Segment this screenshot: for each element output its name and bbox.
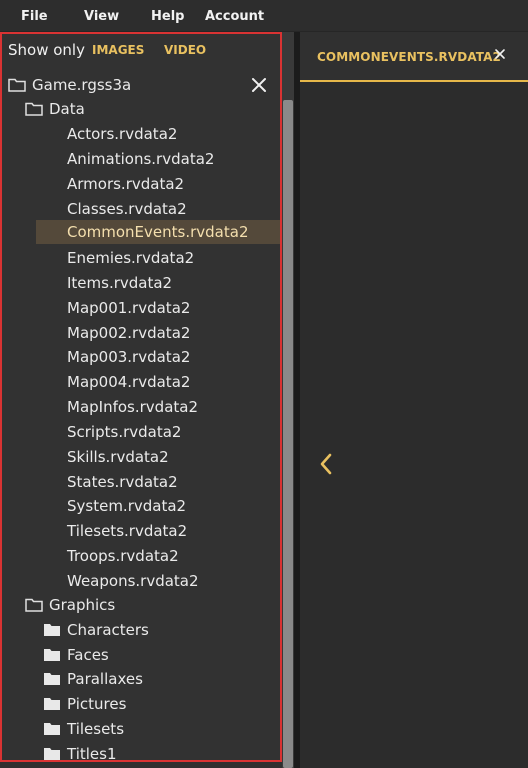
menu-bar: File View Help Account [0,0,528,32]
file-label: Troops.rvdata2 [67,547,179,565]
tree-file[interactable]: Map002.rvdata2 [2,321,280,345]
subfolder-label: Tilesets [67,720,125,738]
file-label: Tilesets.rvdata2 [67,522,188,540]
tree-file[interactable]: Actors.rvdata2 [2,122,280,146]
tree-file[interactable]: System.rvdata2 [2,494,280,518]
tree-subfolder[interactable]: Pictures [2,692,280,716]
menu-account[interactable]: Account [205,9,264,24]
file-label: Classes.rvdata2 [67,200,187,218]
tree-scrollbar[interactable] [282,32,294,768]
tree-file[interactable]: Animations.rvdata2 [2,147,280,171]
file-label: Map004.rvdata2 [67,373,191,391]
tree-subfolder[interactable]: Titles1 [2,742,280,762]
menu-help[interactable]: Help [151,9,184,24]
folder-outline-icon [25,598,43,612]
file-label: MapInfos.rvdata2 [67,398,199,416]
tab-commonevents[interactable]: COMMONEVENTS.RVDATA2 [300,32,528,82]
filter-images-button[interactable]: IMAGES [92,43,144,57]
tree-file[interactable]: Weapons.rvdata2 [2,569,280,593]
tree-file[interactable]: States.rvdata2 [2,470,280,494]
file-label: Enemies.rvdata2 [67,249,195,267]
file-label: System.rvdata2 [67,497,187,515]
file-label: Items.rvdata2 [67,274,173,292]
tree-folder-data[interactable]: Data [2,97,280,121]
subfolder-label: Pictures [67,695,127,713]
folder-filled-icon [44,723,60,735]
tree-folder-graphics[interactable]: Graphics [2,593,280,617]
tree-file[interactable]: Classes.rvdata2 [2,197,280,221]
scrollbar-thumb[interactable] [283,100,293,768]
folder-outline-icon [25,102,43,116]
tree-file[interactable]: Enemies.rvdata2 [2,246,280,270]
folder-outline-icon [8,78,26,92]
folder-filled-icon [44,649,60,661]
tree-file[interactable]: Map004.rvdata2 [2,370,280,394]
tree-subfolder[interactable]: Parallaxes [2,667,280,691]
tree-folder-label: Graphics [49,596,116,614]
tree-file[interactable]: Tilesets.rvdata2 [2,519,280,543]
tree-subfolder[interactable]: Tilesets [2,717,280,741]
tree-file[interactable]: Troops.rvdata2 [2,544,280,568]
file-label: Skills.rvdata2 [67,448,169,466]
tree-file[interactable]: Skills.rvdata2 [2,445,280,469]
subfolder-label: Characters [67,621,149,639]
file-label: Actors.rvdata2 [67,125,178,143]
folder-filled-icon [44,748,60,760]
file-label: CommonEvents.rvdata2 [67,223,249,241]
tree-subfolder[interactable]: Faces [2,643,280,667]
tree-file[interactable]: Map003.rvdata2 [2,345,280,369]
subfolder-label: Parallaxes [67,670,143,688]
subfolder-label: Faces [67,646,109,664]
file-label: Scripts.rvdata2 [67,423,182,441]
folder-filled-icon [44,698,60,710]
tree-file[interactable]: Map001.rvdata2 [2,296,280,320]
folder-filled-icon [44,624,60,636]
tree-subfolder[interactable]: Characters [2,618,280,642]
filter-video-button[interactable]: VIDEO [164,43,206,57]
viewer-panel: COMMONEVENTS.RVDATA2 [300,32,528,768]
tree-folder-label: Data [49,100,85,118]
file-label: Weapons.rvdata2 [67,572,199,590]
tree-file[interactable]: MapInfos.rvdata2 [2,395,280,419]
file-label: Armors.rvdata2 [67,175,185,193]
tree-file[interactable]: Armors.rvdata2 [2,172,280,196]
folder-filled-icon [44,673,60,685]
file-tree-panel: Show only IMAGES VIDEO Game.rgss3a Data … [0,32,282,762]
filter-label: Show only [8,41,85,59]
file-label: States.rvdata2 [67,473,178,491]
tree-root-label: Game.rgss3a [32,76,132,94]
tree-file[interactable]: Scripts.rvdata2 [2,420,280,444]
tree-root-row[interactable]: Game.rgss3a [2,73,280,97]
tree-file[interactable]: Items.rvdata2 [2,271,280,295]
close-icon[interactable] [492,46,508,62]
tab-label: COMMONEVENTS.RVDATA2 [317,50,501,64]
subfolder-label: Titles1 [67,745,117,762]
close-icon[interactable] [250,76,268,94]
file-label: Map003.rvdata2 [67,348,191,366]
file-label: Map001.rvdata2 [67,299,191,317]
file-label: Map002.rvdata2 [67,324,191,342]
tree-file-selected[interactable]: CommonEvents.rvdata2 [36,220,280,244]
file-label: Animations.rvdata2 [67,150,215,168]
chevron-left-icon[interactable] [318,452,334,476]
menu-view[interactable]: View [84,9,119,24]
menu-file[interactable]: File [21,9,48,24]
